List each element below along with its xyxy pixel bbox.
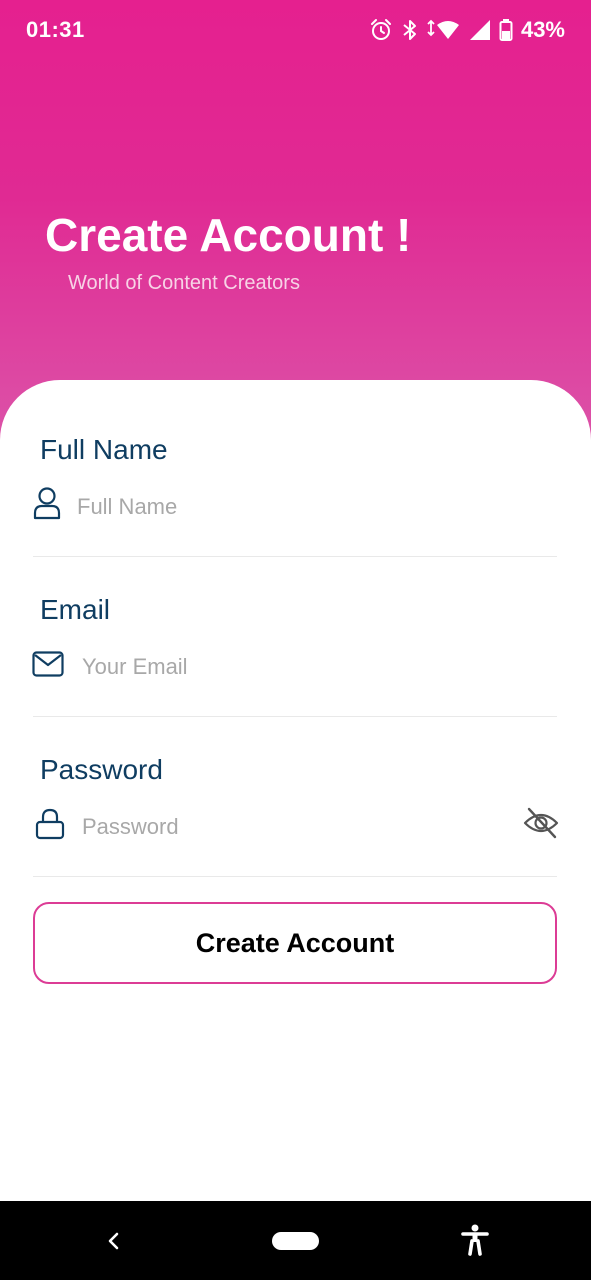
password-label: Password bbox=[40, 754, 163, 785]
navigation-bar bbox=[0, 1201, 591, 1280]
user-icon bbox=[32, 486, 62, 525]
status-icons: 43% bbox=[369, 16, 565, 44]
eye-off-icon[interactable] bbox=[522, 806, 560, 845]
full-name-divider bbox=[33, 556, 557, 557]
password-input[interactable] bbox=[82, 809, 502, 845]
full-name-label: Full Name bbox=[40, 434, 168, 465]
page-title: Create Account ! bbox=[45, 209, 412, 261]
battery-percent: 43% bbox=[520, 17, 565, 42]
password-divider bbox=[33, 876, 557, 877]
alarm-icon bbox=[369, 18, 393, 42]
signal-icon bbox=[469, 19, 491, 41]
bluetooth-icon bbox=[401, 18, 419, 42]
back-icon[interactable] bbox=[104, 1228, 124, 1259]
full-name-input[interactable] bbox=[77, 489, 497, 525]
email-input[interactable] bbox=[82, 649, 502, 685]
battery-icon bbox=[499, 18, 513, 42]
home-pill-icon[interactable] bbox=[272, 1232, 319, 1250]
lock-icon bbox=[35, 808, 65, 845]
status-bar: 01:31 43% bbox=[0, 0, 591, 60]
wifi-icon bbox=[427, 18, 461, 42]
page-subtitle: World of Content Creators bbox=[68, 272, 300, 294]
email-label: Email bbox=[40, 594, 111, 625]
accessibility-icon[interactable] bbox=[460, 1224, 490, 1261]
email-divider bbox=[33, 716, 557, 717]
status-time: 01:31 bbox=[26, 17, 85, 42]
mail-icon bbox=[32, 651, 64, 682]
create-account-button[interactable]: Create Account bbox=[33, 902, 557, 984]
